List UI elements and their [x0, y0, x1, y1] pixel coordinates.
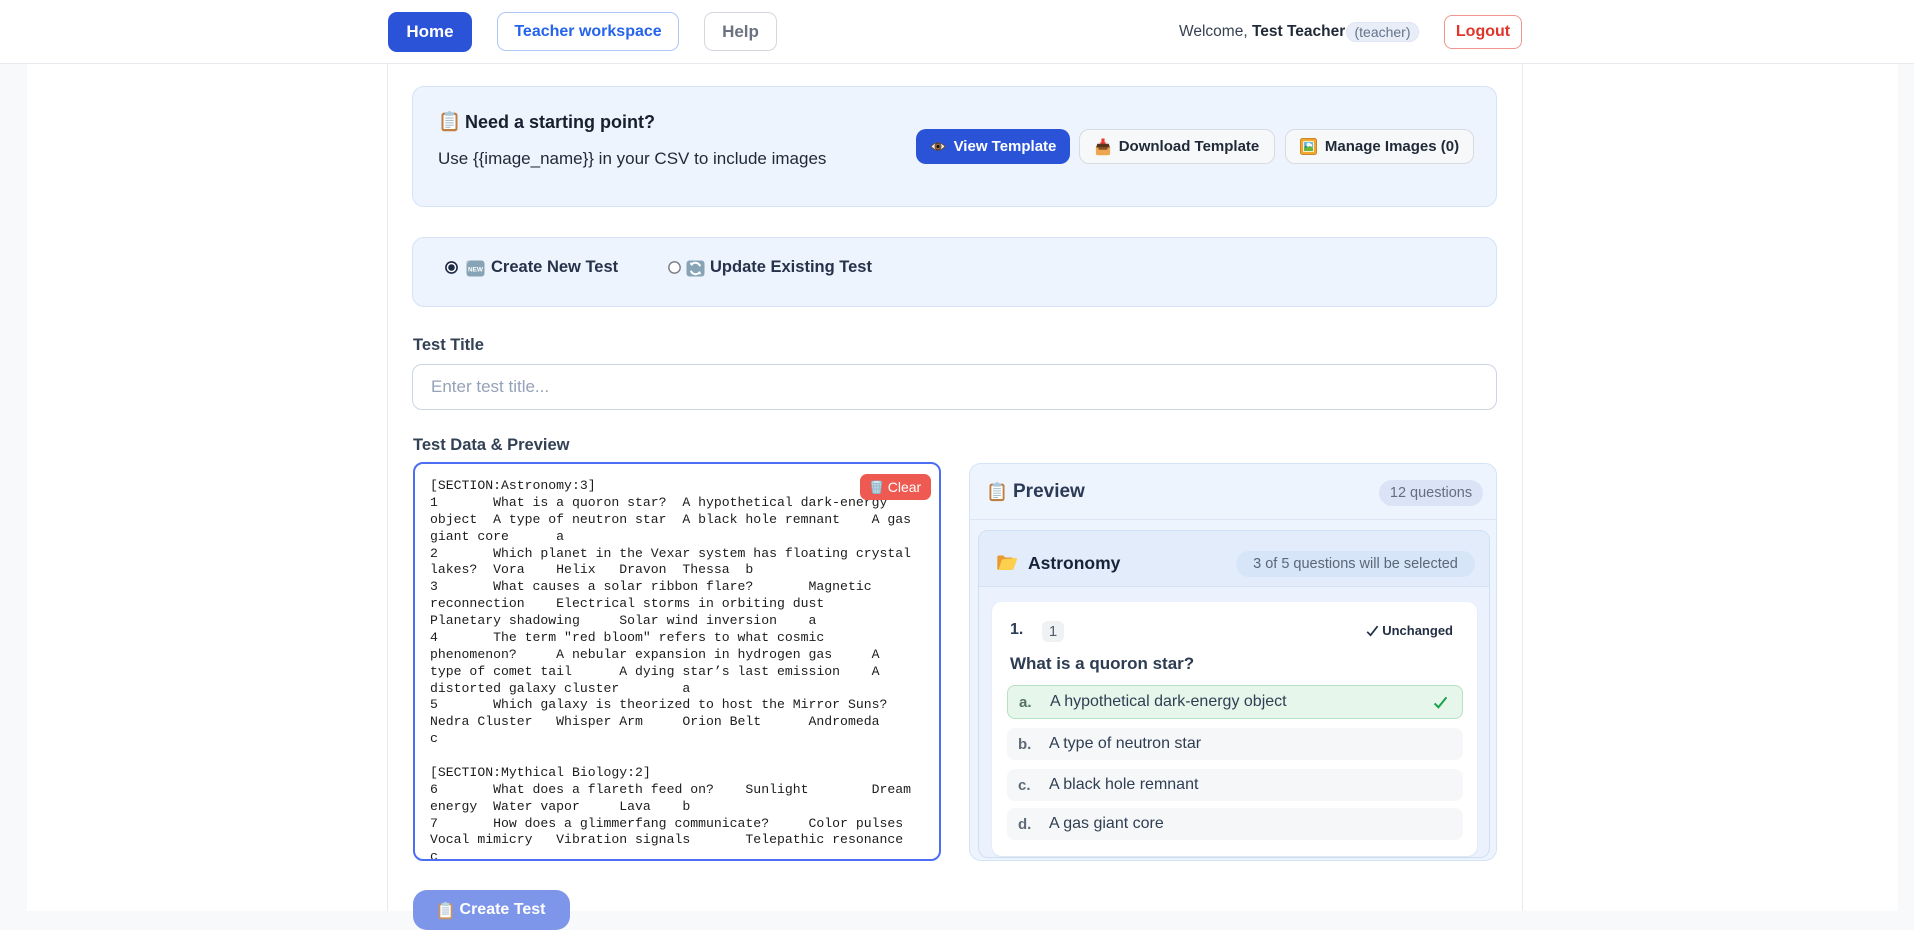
svg-text:NEW: NEW: [468, 266, 484, 273]
